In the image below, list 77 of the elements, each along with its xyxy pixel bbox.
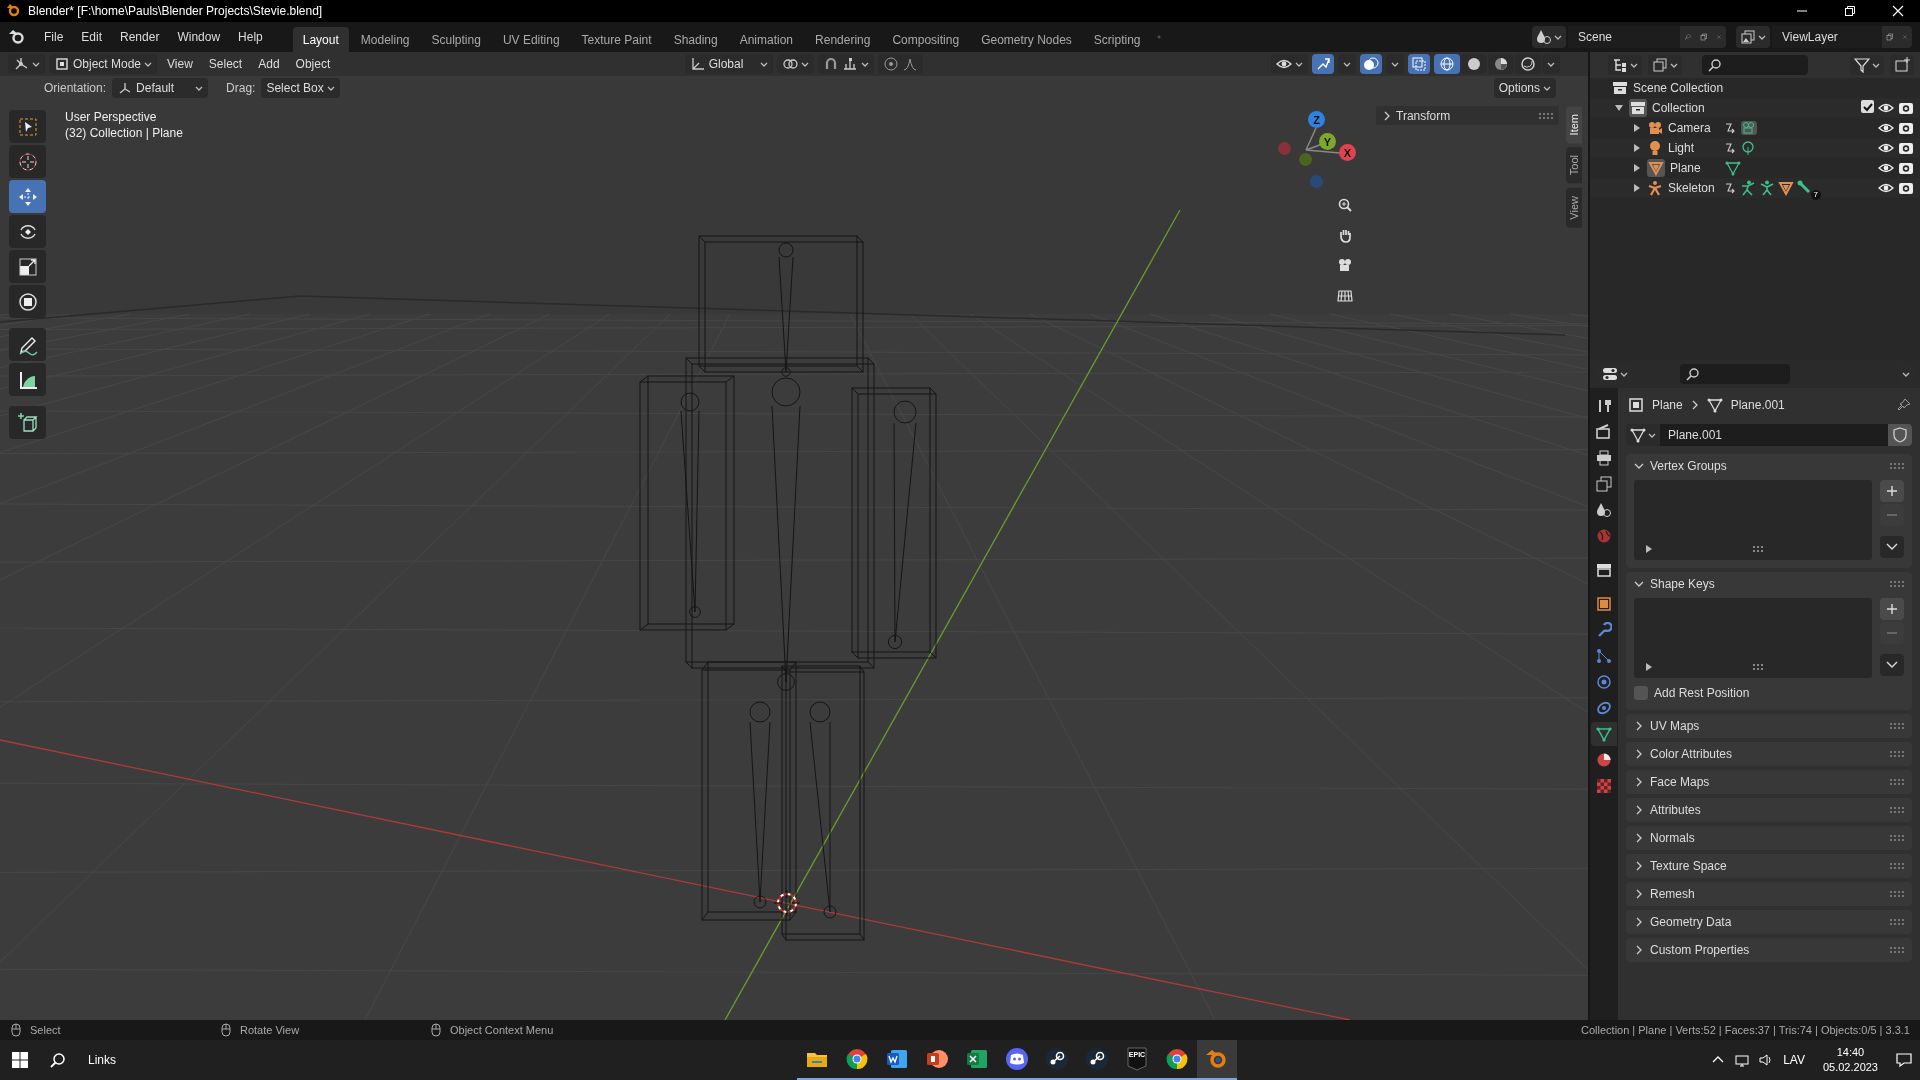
view-layer-field[interactable]: ViewLayer <box>1772 26 1882 48</box>
search-text[interactable]: Links <box>88 1053 116 1067</box>
view-info: (32) Collection | Plane <box>65 125 183 141</box>
panel-header[interactable]: Custom Properties <box>1626 938 1912 962</box>
workspace-tab[interactable]: Compositing <box>882 27 970 53</box>
panel-title: Vertex Groups <box>1650 459 1727 473</box>
workspace-tab[interactable]: UV Editing <box>492 27 570 53</box>
workspace-tab[interactable]: Geometry Nodes <box>971 27 1082 53</box>
drag-dropdown[interactable]: Select Box <box>261 78 340 98</box>
menu-item[interactable]: View <box>161 55 199 73</box>
sidebar-tab[interactable]: Tool <box>1566 147 1582 184</box>
orientation-label: Orientation: <box>44 81 107 95</box>
tree-item[interactable]: Scene Collection <box>1633 81 1724 95</box>
workspace-tab[interactable]: Scripting <box>1083 27 1151 53</box>
workspace-tab[interactable]: Modeling <box>350 27 420 53</box>
panel-title: UV Maps <box>1650 719 1700 733</box>
tree-item[interactable]: Light <box>1668 141 1718 155</box>
panel-title: Color Attributes <box>1650 747 1733 761</box>
tree-item[interactable]: Plane <box>1670 161 1720 175</box>
mode-dropdown[interactable]: Object Mode <box>49 54 158 74</box>
panel-header[interactable]: Color Attributes <box>1626 742 1912 766</box>
panel-title: Attributes <box>1650 803 1701 817</box>
status-hint: Rotate View <box>240 1024 300 1036</box>
tree-item[interactable]: Skeleton <box>1668 181 1718 195</box>
panel-title: Texture Space <box>1650 859 1727 873</box>
clock-time[interactable]: 14:40 <box>1822 1045 1878 1060</box>
workspace-tab[interactable]: Layout <box>292 27 349 53</box>
menu-item[interactable]: Select <box>202 55 249 73</box>
panel-header[interactable]: Geometry Data <box>1626 910 1912 934</box>
status-hint: Object Context Menu <box>450 1024 554 1036</box>
breadcrumb-item[interactable]: Plane.001 <box>1730 398 1785 412</box>
panel-header[interactable]: Transform <box>1376 106 1559 125</box>
panel-header[interactable]: Shape Keys <box>1626 572 1912 596</box>
menu-item[interactable]: Object <box>289 55 337 73</box>
options-dropdown[interactable]: Options <box>1493 78 1556 98</box>
status-hint: Select <box>30 1024 61 1036</box>
menu-item[interactable]: Render <box>112 27 168 47</box>
sidebar-tab[interactable]: Item <box>1566 106 1582 144</box>
checkbox-label: Add Rest Position <box>1654 686 1750 700</box>
window-title: Blender* [F:\home\Pauls\Blender Projects\Stevie.blend] <box>28 4 323 18</box>
panel-header[interactable]: Face Maps <box>1626 770 1912 794</box>
scene-statistics: Collection | Plane | Verts:52 | Faces:37 | Tris:74 | Objects:0/5 | 3.3.1 <box>1581 1024 1910 1036</box>
language-indicator[interactable]: LAV <box>1783 1053 1805 1067</box>
panel-title: Remesh <box>1650 887 1695 901</box>
scene-field[interactable]: Scene <box>1568 26 1680 48</box>
panel-title: Transform <box>1396 108 1451 123</box>
workspace-tab[interactable]: Texture Paint <box>571 27 662 53</box>
tree-item[interactable]: Collection <box>1652 101 1705 115</box>
panel-title: Face Maps <box>1650 775 1710 789</box>
drag-label: Drag: <box>226 81 256 95</box>
workspace-tab[interactable]: Animation <box>729 27 804 53</box>
view-name: User Perspective <box>65 109 157 125</box>
workspace-tab[interactable]: Shading <box>663 27 728 53</box>
panel-header[interactable]: Normals <box>1626 826 1912 850</box>
panel-header[interactable]: Attributes <box>1626 798 1912 822</box>
panel-title: Custom Properties <box>1650 943 1750 957</box>
panel-title: Normals <box>1650 831 1695 845</box>
count-badge: 7 <box>1810 190 1821 200</box>
tree-item[interactable]: Camera <box>1668 121 1718 135</box>
menu-item[interactable]: File <box>36 27 72 47</box>
menu-item[interactable]: Edit <box>73 27 111 47</box>
workspace-tab[interactable]: Sculpting <box>421 27 491 53</box>
data-name-field[interactable]: Plane.001 <box>1660 424 1888 446</box>
breadcrumb-item[interactable]: Plane <box>1652 398 1683 412</box>
panel-header[interactable]: Remesh <box>1626 882 1912 906</box>
panel-header[interactable]: Texture Space <box>1626 854 1912 878</box>
workspace-tab[interactable]: Rendering <box>805 27 881 53</box>
orientation-dropdown[interactable]: Default <box>112 78 209 98</box>
panel-header[interactable]: UV Maps <box>1626 714 1912 738</box>
panel-title: Geometry Data <box>1650 915 1732 929</box>
sidebar-tab[interactable]: View <box>1566 187 1582 228</box>
clock-date[interactable]: 05.02.2023 <box>1822 1060 1878 1075</box>
menu-item[interactable]: Help <box>230 27 271 47</box>
menu-item[interactable]: Window <box>169 27 229 47</box>
orientation-dropdown[interactable]: Global <box>684 54 773 74</box>
menu-item[interactable]: Add <box>252 55 286 73</box>
panel-title: Shape Keys <box>1650 577 1715 591</box>
